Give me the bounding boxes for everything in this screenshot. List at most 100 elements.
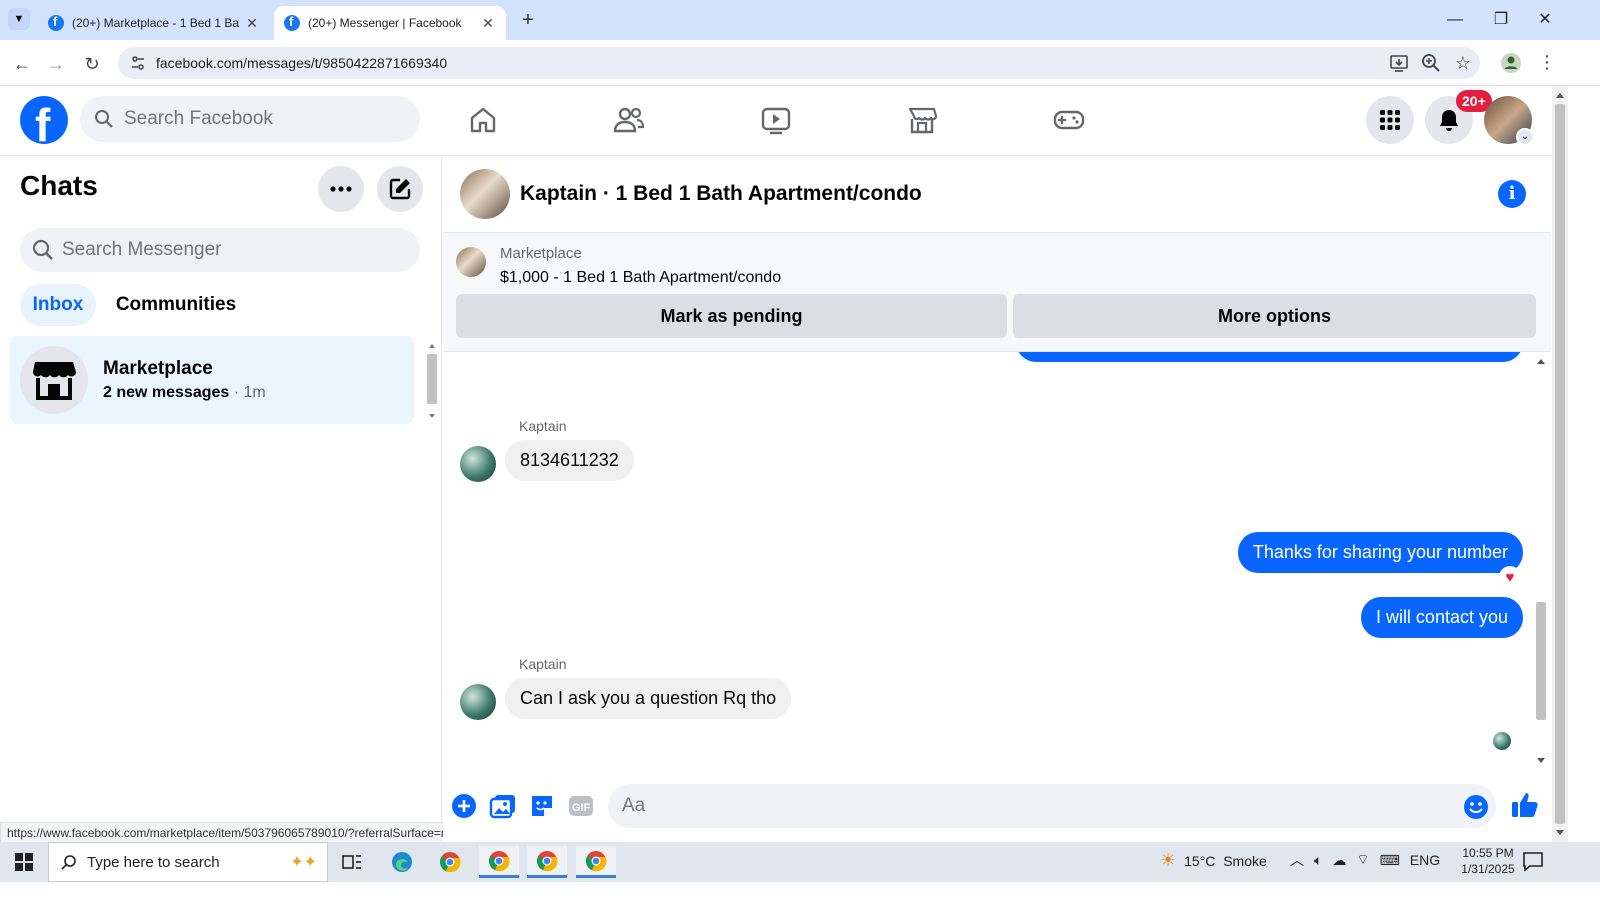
taskbar-chrome-profile-3[interactable] <box>576 846 616 878</box>
restore-icon[interactable]: ❐ <box>1478 0 1524 40</box>
chat-options-button[interactable] <box>318 166 364 212</box>
chrome-icon <box>440 852 461 873</box>
messenger-search[interactable] <box>20 228 420 272</box>
close-window-icon[interactable]: ✕ <box>1522 0 1568 40</box>
new-message-button[interactable] <box>377 166 423 212</box>
info-icon[interactable]: i <box>1498 180 1526 208</box>
mark-as-pending-button[interactable]: Mark as pending <box>456 294 1007 338</box>
conversation-avatar[interactable] <box>460 169 510 219</box>
tab-inbox[interactable]: Inbox <box>20 284 96 326</box>
nav-friends[interactable] <box>606 100 652 140</box>
bookmark-star-icon[interactable]: ☆ <box>1452 52 1474 74</box>
sender-avatar[interactable] <box>460 684 496 720</box>
close-tab-icon[interactable]: ✕ <box>480 15 496 32</box>
facebook-favicon-icon <box>48 14 64 31</box>
sidebar-scrollbar[interactable] <box>425 338 439 424</box>
more-options-button[interactable]: More options <box>1013 294 1536 338</box>
browser-tab-marketplace[interactable]: (20+) Marketplace - 1 Bed 1 Ba ✕ <box>38 6 270 40</box>
conversation-scrollbar[interactable] <box>1534 352 1548 770</box>
message-input[interactable] <box>608 784 1496 828</box>
chats-title: Chats <box>20 170 98 201</box>
messenger-search-input[interactable] <box>62 239 392 261</box>
volume-icon[interactable]: 🔈︎ <box>1314 852 1322 869</box>
listing-title[interactable]: $1,000 - 1 Bed 1 Bath Apartment/condo <box>500 269 781 287</box>
tab-search-chevron-icon[interactable]: ▼ <box>8 8 30 30</box>
task-view-button[interactable] <box>332 846 372 878</box>
taskbar-chrome[interactable] <box>430 846 470 878</box>
minimize-icon[interactable]: — <box>1432 0 1478 40</box>
seen-receipt-avatar <box>1493 732 1511 750</box>
reload-icon[interactable]: ↻ <box>78 50 106 78</box>
site-settings-icon[interactable] <box>130 55 146 71</box>
message-input-field[interactable] <box>622 795 1442 817</box>
nav-home[interactable] <box>460 100 506 140</box>
sender-avatar[interactable] <box>460 446 496 482</box>
browser-tab-messenger[interactable]: (20+) Messenger | Facebook ✕ <box>274 6 506 40</box>
facebook-search[interactable] <box>80 96 420 142</box>
keyboard-icon[interactable]: ⌨ <box>1380 852 1400 869</box>
page-scrollbar[interactable] <box>1552 86 1568 842</box>
nav-video[interactable] <box>753 100 799 140</box>
install-app-icon[interactable] <box>1388 52 1410 74</box>
input-language[interactable]: ENG <box>1410 852 1440 868</box>
start-button[interactable] <box>0 842 48 882</box>
onedrive-cloud-icon[interactable]: ☁ <box>1332 852 1346 869</box>
search-highlight-icon: ✦✦ <box>290 854 317 871</box>
incoming-message-bubble[interactable]: Can I ask you a question Rq tho <box>505 678 792 719</box>
taskbar-clock[interactable]: 10:55 PM 1/31/2025 <box>1448 845 1528 877</box>
browser-menu-icon[interactable]: ⋮ <box>1538 52 1556 74</box>
facebook-search-input[interactable] <box>124 108 394 130</box>
nav-gaming[interactable] <box>1046 100 1092 140</box>
sticker-button[interactable] <box>528 792 556 820</box>
emoji-button[interactable] <box>1462 793 1490 821</box>
conversation-title[interactable]: Kaptain · 1 Bed 1 Bath Apartment/condo <box>520 182 922 206</box>
search-icon <box>32 239 53 260</box>
outgoing-message-bubble[interactable]: I will contact you <box>1360 597 1523 638</box>
more-actions-button[interactable] <box>450 792 478 820</box>
sticker-icon <box>532 796 552 816</box>
facebook-logo[interactable]: f <box>20 96 68 151</box>
plus-circle-icon <box>452 794 476 818</box>
chrome-icon <box>489 850 510 871</box>
photo-icon <box>489 795 515 819</box>
address-bar[interactable]: facebook.com/messages/t/9850422871669340 <box>118 47 1480 79</box>
taskbar-chrome-profile-1[interactable] <box>479 846 519 878</box>
bell-icon <box>1440 110 1458 131</box>
facebook-favicon-icon <box>284 14 300 31</box>
compose-icon <box>389 178 411 200</box>
tray-chevron-up-icon[interactable]: ︿ <box>1290 850 1304 870</box>
close-tab-icon[interactable]: ✕ <box>244 15 260 32</box>
gif-button[interactable]: GIF <box>567 792 595 820</box>
new-tab-icon[interactable]: + <box>516 8 540 32</box>
taskbar-chrome-profile-2[interactable] <box>527 846 567 878</box>
notification-center-icon[interactable] <box>1522 850 1550 874</box>
gif-icon: GIF <box>569 796 593 816</box>
chevron-down-icon[interactable]: ⌄ <box>1516 128 1534 146</box>
tab-communities[interactable]: Communities <box>108 284 244 326</box>
profile-icon[interactable] <box>1500 52 1522 74</box>
zoom-icon[interactable] <box>1420 52 1442 74</box>
heart-reaction-icon[interactable]: ♥ <box>1499 566 1521 588</box>
wifi-icon[interactable]: ⌔ <box>1356 851 1369 869</box>
outgoing-message-bubble-cropped <box>1016 352 1523 362</box>
home-icon <box>470 107 496 133</box>
attach-photo-button[interactable] <box>489 792 517 820</box>
marketplace-store-icon <box>33 362 76 400</box>
outgoing-message-bubble[interactable]: Thanks for sharing your number <box>1237 532 1523 573</box>
message-list[interactable]: Kaptain 8134611232 Thanks for sharing yo… <box>443 352 1533 772</box>
chat-item-name: Marketplace <box>103 358 213 379</box>
like-button[interactable] <box>1510 790 1540 820</box>
taskbar-search[interactable]: Type here to search ✦✦ <box>48 842 328 882</box>
taskbar-edge[interactable] <box>382 846 422 878</box>
menu-button[interactable] <box>1366 96 1414 144</box>
listing-source-label: Marketplace <box>500 245 582 262</box>
incoming-message-bubble[interactable]: 8134611232 <box>505 440 634 481</box>
back-icon[interactable]: ← <box>8 50 36 78</box>
forward-icon[interactable]: → <box>42 50 70 78</box>
clock-time: 10:55 PM <box>1462 846 1514 860</box>
taskbar-weather[interactable]: ☀ 15°C Smoke <box>1160 850 1267 871</box>
video-icon <box>761 107 791 135</box>
svg-text:GIF: GIF <box>572 802 591 814</box>
nav-marketplace[interactable] <box>899 100 945 140</box>
listing-thumbnail[interactable] <box>456 247 486 277</box>
